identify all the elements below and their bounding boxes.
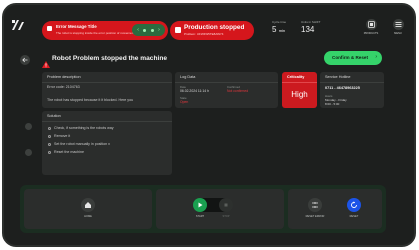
problem-heading: Problem description bbox=[47, 75, 81, 79]
solution-heading: Solution bbox=[47, 114, 61, 118]
home-icon bbox=[85, 202, 91, 208]
products-label: PRODUCTS bbox=[363, 32, 379, 35]
side-indicator bbox=[25, 123, 32, 130]
prev-error-icon[interactable]: ‹ bbox=[137, 27, 139, 33]
stop-square-icon bbox=[175, 27, 181, 33]
criticality-card: Criticality High bbox=[282, 72, 317, 108]
step-bullet-icon bbox=[48, 150, 51, 154]
error-code: Error code: 2104763 bbox=[47, 85, 80, 89]
reset-label: RESET bbox=[349, 215, 359, 218]
solution-step: Check, if something is the robots way bbox=[48, 126, 114, 130]
solution-step: Remove it bbox=[48, 134, 70, 138]
reset-button[interactable] bbox=[347, 198, 361, 212]
refresh-icon bbox=[351, 201, 357, 208]
products-icon bbox=[367, 21, 375, 28]
play-icon bbox=[198, 202, 203, 208]
cycle-time-label: Cycle time bbox=[272, 20, 287, 24]
log-state-value: Open bbox=[180, 100, 189, 104]
criticality-value: High bbox=[291, 90, 308, 99]
control-panel: HOME START STOP RESET ERROR RESET bbox=[20, 185, 386, 233]
service-hotline-card: Service Hotline 0711 - 46478963225 Hours… bbox=[320, 72, 384, 108]
log-confirmed-value: Not confirmed bbox=[227, 89, 249, 93]
solution-step: Set the robot manually in position x bbox=[48, 142, 110, 146]
reset-error-icon bbox=[312, 202, 318, 208]
stop-icon bbox=[224, 203, 228, 207]
brand-logo-icon bbox=[12, 20, 24, 30]
menu-label: MENU bbox=[394, 32, 402, 35]
reset-error-label: RESET ERROR bbox=[305, 215, 325, 218]
page-title: Robot Problem stopped the machine bbox=[52, 55, 168, 62]
error-subtitle: The robot is stopping inside the error p… bbox=[56, 31, 135, 35]
top-bar: Error Message Title The robot is stoppin… bbox=[4, 5, 414, 41]
products-button[interactable]: PRODUCTS bbox=[360, 19, 382, 35]
log-data-card: Log Data Date 06.02.2024 11:14 h Confirm… bbox=[175, 72, 278, 108]
error-pager: ‹ › bbox=[132, 24, 165, 36]
error-notification[interactable]: Error Message Title The robot is stoppin… bbox=[42, 21, 168, 40]
back-button[interactable] bbox=[20, 55, 30, 65]
reset-section: RESET ERROR RESET bbox=[288, 189, 382, 229]
stop-label: STOP bbox=[222, 215, 230, 218]
next-error-icon[interactable]: › bbox=[158, 27, 160, 33]
production-title: Production stopped bbox=[184, 24, 245, 31]
step-bullet-icon bbox=[48, 134, 51, 138]
production-status: Production stopped Problem: UFW4W5TE8AW7… bbox=[170, 21, 254, 40]
confirm-reset-label: Confirm & Reset bbox=[332, 55, 368, 60]
side-indicator bbox=[25, 149, 32, 156]
log-heading: Log Data bbox=[180, 75, 196, 79]
log-date-value: 06.02.2024 11:14 h bbox=[180, 89, 209, 93]
arrow-right-icon: › bbox=[375, 53, 377, 60]
cycle-time-value: 5 bbox=[272, 25, 277, 34]
pager-dot bbox=[150, 28, 154, 32]
criticality-heading: Criticality bbox=[287, 75, 305, 79]
service-heading: Service Hotline bbox=[325, 75, 351, 79]
cycle-time-unit: min bbox=[278, 28, 286, 33]
units-shift-stat: Units in SHIFT 134 bbox=[301, 20, 321, 34]
start-button[interactable] bbox=[193, 198, 207, 212]
home-section: HOME bbox=[24, 189, 152, 229]
service-time: 8:00 - 5:00 bbox=[325, 102, 340, 106]
warning-icon bbox=[42, 55, 50, 73]
menu-icon bbox=[395, 22, 401, 27]
reset-error-button[interactable] bbox=[308, 198, 322, 212]
home-button[interactable] bbox=[81, 198, 95, 212]
production-subtitle: Problem: UFW4W5TE8AW74 bbox=[184, 32, 224, 36]
error-title: Error Message Title bbox=[56, 24, 97, 29]
step-bullet-icon bbox=[48, 142, 51, 146]
arrow-left-icon bbox=[22, 57, 28, 63]
solution-card: Solution Check, if something is the robo… bbox=[42, 111, 172, 175]
menu-button[interactable]: MENU bbox=[387, 19, 409, 35]
units-shift-value: 134 bbox=[301, 25, 315, 34]
units-shift-label: Units in SHIFT bbox=[301, 20, 321, 24]
cycle-time-stat: Cycle time 5 min bbox=[272, 20, 286, 34]
solution-step: Reset the machine bbox=[48, 150, 84, 154]
error-icon bbox=[47, 26, 52, 31]
problem-description-card: Problem description Error code: 2104763 … bbox=[42, 72, 172, 108]
hmi-screen: Error Message Title The robot is stoppin… bbox=[2, 3, 416, 247]
pager-dot bbox=[143, 28, 147, 32]
stop-button[interactable] bbox=[219, 198, 233, 212]
confirm-reset-button[interactable]: Confirm & Reset › bbox=[324, 51, 382, 65]
start-stop-section: START STOP bbox=[156, 189, 284, 229]
service-phone[interactable]: 0711 - 46478963225 bbox=[325, 86, 360, 90]
problem-text: The robot has stopped because it it bloc… bbox=[47, 98, 134, 102]
home-label: HOME bbox=[84, 215, 92, 218]
step-bullet-icon bbox=[48, 126, 51, 130]
